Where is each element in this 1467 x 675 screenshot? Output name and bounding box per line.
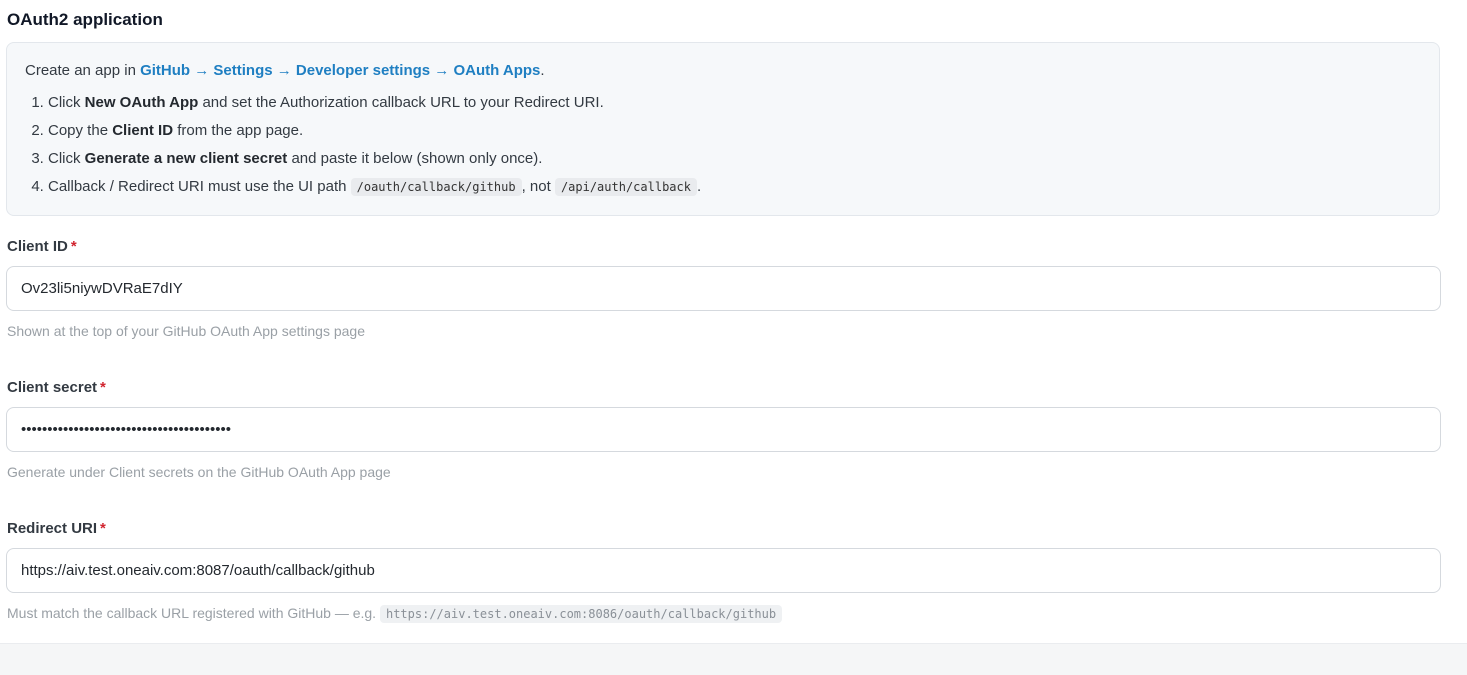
redirect-uri-example-code: https://aiv.test.oneaiv.com:8086/oauth/c…	[379, 605, 783, 623]
redirect-uri-hint-text: Must match the callback URL registered w…	[7, 605, 380, 621]
step-emphasis: New OAuth App	[84, 94, 199, 111]
redirect-uri-label-text: Redirect URI	[7, 520, 98, 537]
instructions-box: Create an app in GitHub → Settings → Dev…	[6, 42, 1440, 216]
redirect-uri-label: Redirect URI *	[7, 520, 106, 537]
ui-callback-path-code: /oauth/callback/github	[350, 178, 522, 196]
step-text: Click	[48, 94, 85, 111]
github-oauth-apps-link[interactable]: GitHub → Settings → Developer settings →…	[140, 62, 540, 79]
step-text: , not	[521, 178, 555, 195]
instructions-steps: Click New OAuth App and set the Authoriz…	[25, 93, 1421, 197]
intro-prefix: Create an app in	[25, 62, 141, 79]
step-emphasis: Client ID	[112, 122, 174, 139]
step-item: Callback / Redirect URI must use the UI …	[48, 177, 1421, 197]
step-text: and paste it below (shown only once).	[287, 150, 543, 167]
required-mark: *	[70, 238, 77, 255]
client-secret-hint: Generate under Client secrets on the Git…	[7, 464, 391, 480]
client-id-hint: Shown at the top of your GitHub OAuth Ap…	[7, 323, 366, 339]
instructions-intro: Create an app in GitHub → Settings → Dev…	[25, 61, 1421, 81]
oauth2-settings-page: OAuth2 application Create an app in GitH…	[0, 0, 1467, 675]
step-item: Click New OAuth App and set the Authoriz…	[48, 93, 1421, 113]
client-secret-label: Client secret *	[7, 379, 106, 396]
step-text: from the app page.	[173, 122, 304, 139]
api-callback-path-code: /api/auth/callback	[554, 178, 697, 196]
required-mark: *	[100, 379, 106, 396]
step-text: .	[696, 178, 702, 195]
step-item: Copy the Client ID from the app page.	[48, 121, 1421, 141]
step-item: Click Generate a new client secret and p…	[48, 149, 1421, 169]
redirect-uri-input[interactable]	[6, 548, 1441, 593]
step-text: Callback / Redirect URI must use the UI …	[48, 178, 351, 195]
footer-band	[0, 643, 1467, 675]
intro-suffix: .	[540, 62, 545, 79]
section-title: OAuth2 application	[7, 10, 163, 29]
client-id-input[interactable]	[6, 266, 1441, 311]
client-id-label-text: Client ID	[7, 238, 68, 255]
step-text: Copy the	[48, 122, 113, 139]
client-id-label: Client ID *	[7, 238, 77, 255]
step-text: and set the Authorization callback URL t…	[198, 94, 604, 111]
step-emphasis: Generate a new client secret	[84, 150, 288, 167]
redirect-uri-hint: Must match the callback URL registered w…	[7, 605, 783, 623]
client-secret-input[interactable]	[6, 407, 1441, 452]
required-mark: *	[100, 520, 106, 537]
client-secret-label-text: Client secret	[7, 379, 98, 396]
step-text: Click	[48, 150, 85, 167]
